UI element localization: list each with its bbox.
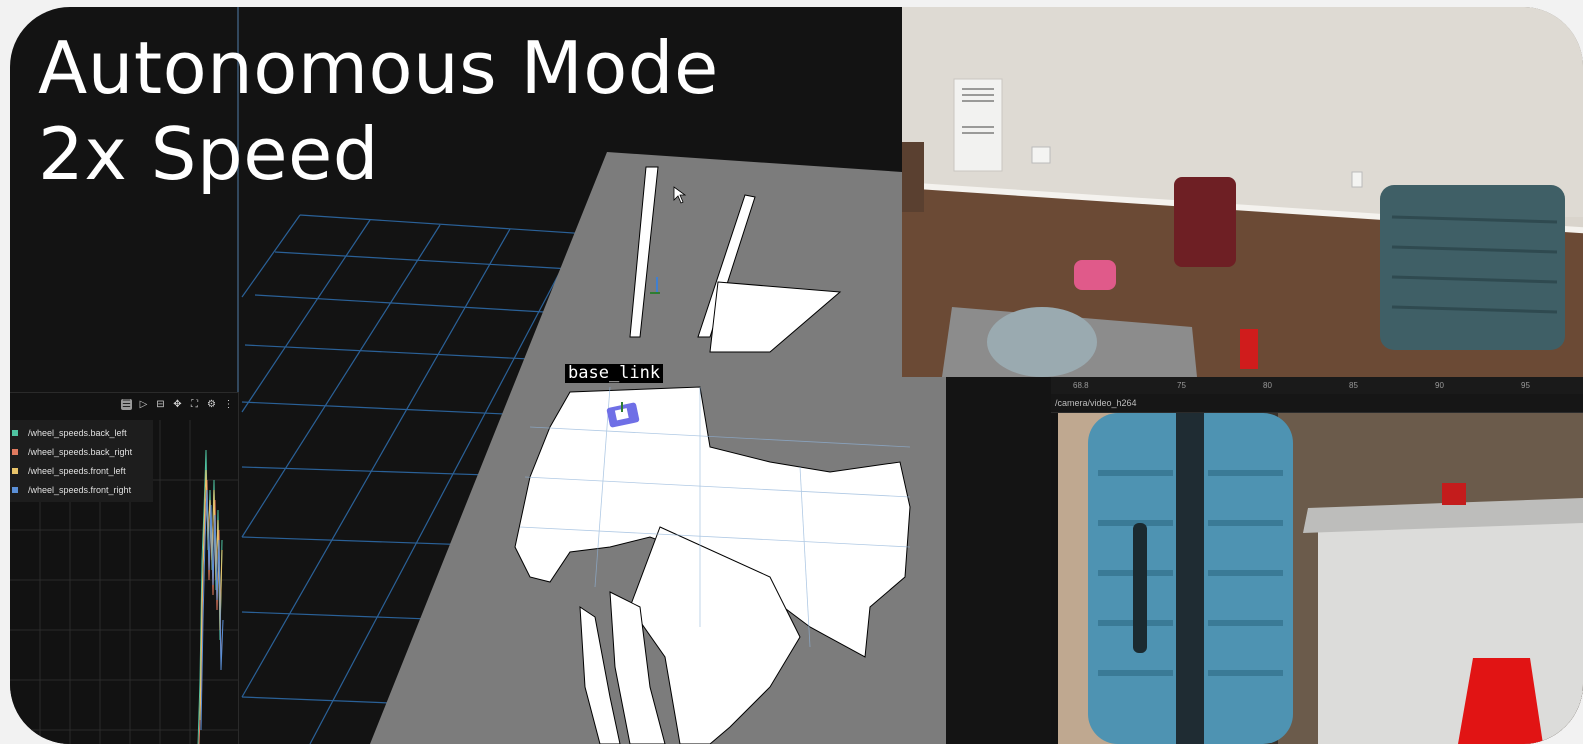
legend-swatch	[12, 467, 18, 474]
legend-swatch	[12, 429, 18, 436]
overlay-title: Autonomous Mode 2x Speed	[38, 25, 719, 197]
fullscreen-icon[interactable]: ⛶	[189, 399, 200, 410]
app-frame: base_link Autonomous Mode 2x Speed ☰ ▷ ⊟…	[10, 7, 1583, 744]
legend-swatch	[12, 486, 18, 493]
robot-camera-view	[1058, 413, 1583, 744]
overlay-title-line2: 2x Speed	[38, 112, 380, 196]
timeline-tick: 95	[1521, 381, 1530, 390]
legend-item[interactable]: /wheel_speeds.front_left	[10, 461, 153, 480]
timeline-ruler[interactable]: 68.8 75 80 85 90 95	[1051, 377, 1583, 394]
legend-label: /wheel_speeds.front_right	[28, 484, 132, 495]
plot-toolbar: ☰ ▷ ⊟ ✥ ⛶ ⚙ ⋮	[121, 399, 234, 410]
legend-item[interactable]: /wheel_speeds.back_right	[10, 442, 153, 461]
room-scene-image	[902, 7, 1583, 377]
play-icon[interactable]: ▷	[138, 399, 149, 410]
room-camera-view	[902, 7, 1583, 377]
legend-item[interactable]: /wheel_speeds.back_left	[10, 423, 153, 442]
legend-item[interactable]: /wheel_speeds.front_right	[10, 480, 153, 499]
timeline-tick: 85	[1349, 381, 1358, 390]
legend-swatch	[12, 448, 18, 455]
viewport-edge	[946, 377, 1051, 744]
plot-panel: ☰ ▷ ⊟ ✥ ⛶ ⚙ ⋮ /wheel_speeds.back_left /w…	[10, 392, 239, 744]
timeline-tick: 90	[1435, 381, 1444, 390]
legend-label: /wheel_speeds.back_left	[28, 427, 127, 438]
camera-topic-label: /camera/video_h264	[1055, 398, 1137, 408]
timeline-tick: 80	[1263, 381, 1272, 390]
plot-legend: /wheel_speeds.back_left /wheel_speeds.ba…	[10, 420, 153, 502]
camera-panel-header: /camera/video_h264	[1051, 394, 1583, 413]
legend-label: /wheel_speeds.front_left	[28, 465, 126, 476]
frame-label-base-link: base_link	[565, 364, 664, 383]
legend-label: /wheel_speeds.back_right	[28, 446, 133, 457]
robot-camera-image	[1058, 413, 1583, 744]
more-icon[interactable]: ⋮	[223, 399, 234, 410]
gear-icon[interactable]: ⚙	[206, 399, 217, 410]
timeline-tick: 75	[1177, 381, 1186, 390]
move-icon[interactable]: ✥	[172, 399, 183, 410]
list-icon[interactable]: ☰	[121, 399, 132, 410]
timeline-tick: 68.8	[1073, 381, 1089, 390]
settings-sliders-icon[interactable]: ⊟	[155, 399, 166, 410]
overlay-title-line1: Autonomous Mode	[38, 26, 719, 110]
